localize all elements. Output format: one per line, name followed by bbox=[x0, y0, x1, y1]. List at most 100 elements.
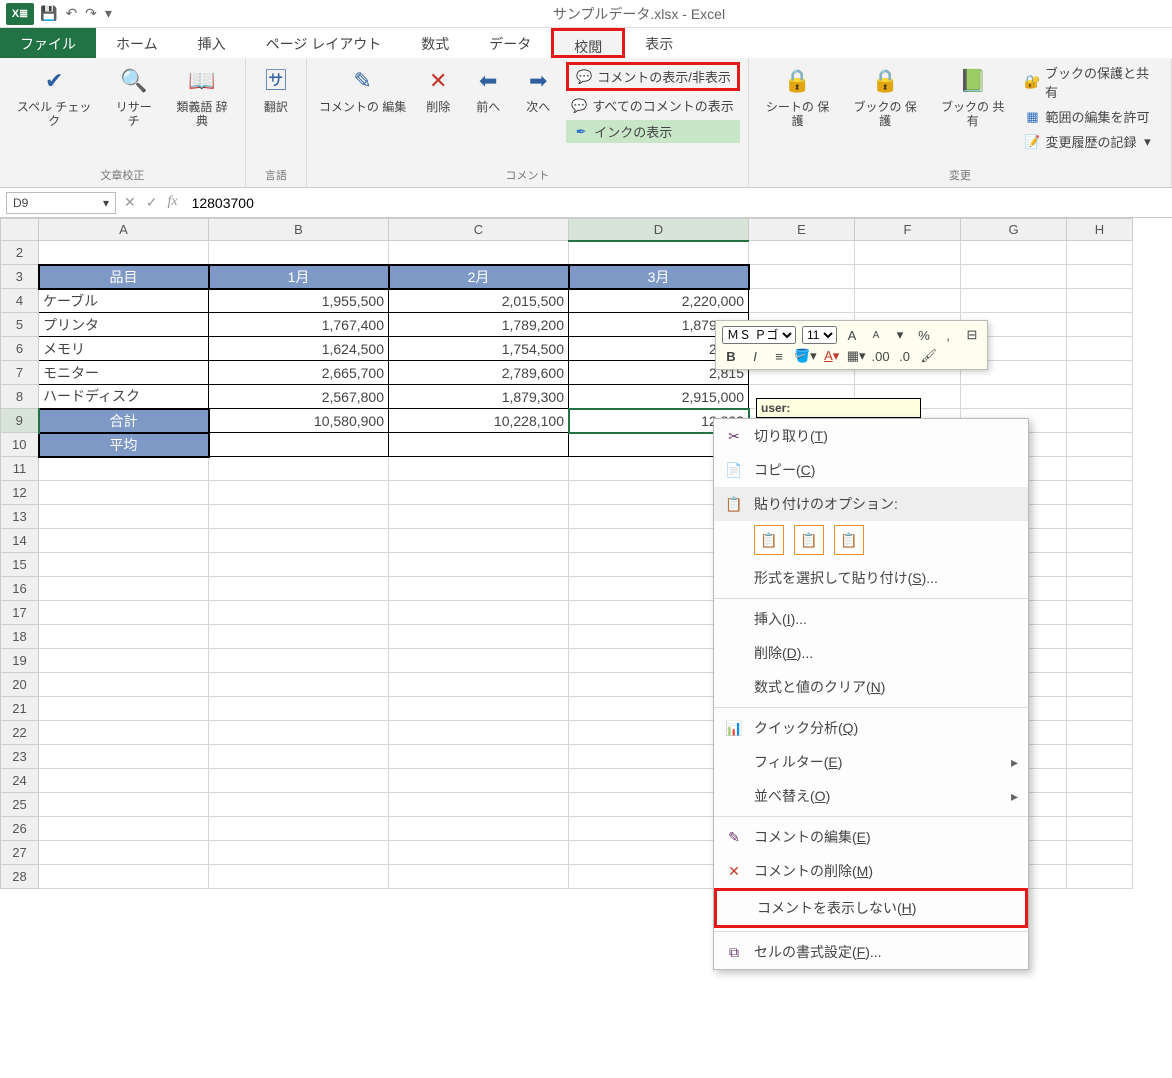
delete-comment-button[interactable]: ✕削除 bbox=[416, 62, 460, 116]
col-head-a[interactable]: A bbox=[39, 219, 209, 241]
row-head[interactable]: 23 bbox=[1, 745, 39, 769]
row-head[interactable]: 13 bbox=[1, 505, 39, 529]
grow-font-icon[interactable]: A bbox=[843, 328, 861, 343]
row-head[interactable]: 3 bbox=[1, 265, 39, 289]
row-head[interactable]: 21 bbox=[1, 697, 39, 721]
row-head[interactable]: 9 bbox=[1, 409, 39, 433]
thesaurus-button[interactable]: 📖類義語 辞典 bbox=[167, 62, 237, 131]
row-head[interactable]: 4 bbox=[1, 289, 39, 313]
row-head[interactable]: 27 bbox=[1, 841, 39, 865]
translate-button[interactable]: 🈂翻訳 bbox=[254, 62, 298, 116]
paste-picture-icon[interactable]: 📋 bbox=[834, 525, 864, 555]
font-color-icon[interactable]: A▾ bbox=[823, 348, 841, 364]
col-head-b[interactable]: B bbox=[209, 219, 389, 241]
cell[interactable]: 1,879,300 bbox=[389, 385, 569, 409]
research-button[interactable]: 🔍リサーチ bbox=[106, 62, 161, 131]
menu-sort[interactable]: 並べ替え(O)▸ bbox=[714, 779, 1028, 813]
merge-icon[interactable]: ⊟ bbox=[963, 327, 981, 343]
qat-custom-icon[interactable]: ▾ bbox=[105, 5, 112, 22]
next-comment-button[interactable]: ➡次へ bbox=[516, 62, 560, 116]
font-select[interactable]: ＭＳ Ｐゴ bbox=[722, 326, 796, 344]
formula-input[interactable] bbox=[186, 192, 1166, 214]
protect-book-button[interactable]: 🔒ブックの 保護 bbox=[844, 62, 926, 131]
cell[interactable]: 1,955,500 bbox=[209, 289, 389, 313]
col-head-g[interactable]: G bbox=[961, 219, 1067, 241]
col-head-f[interactable]: F bbox=[855, 219, 961, 241]
tab-home[interactable]: ホーム bbox=[96, 28, 178, 58]
cell[interactable]: 10,228,100 bbox=[389, 409, 569, 433]
row-head[interactable]: 11 bbox=[1, 457, 39, 481]
cell[interactable]: プリンタ bbox=[39, 313, 209, 337]
row-head[interactable]: 2 bbox=[1, 241, 39, 265]
row-head[interactable]: 24 bbox=[1, 769, 39, 793]
row-head[interactable]: 25 bbox=[1, 793, 39, 817]
protect-sheet-button[interactable]: 🔒シートの 保護 bbox=[757, 62, 839, 131]
menu-format-cells[interactable]: ⧉セルの書式設定(F)... bbox=[714, 935, 1028, 969]
row-head[interactable]: 7 bbox=[1, 361, 39, 385]
cell[interactable]: ハードディスク bbox=[39, 385, 209, 409]
redo-icon[interactable]: ↷ bbox=[85, 5, 97, 22]
cell[interactable]: メモリ bbox=[39, 337, 209, 361]
tab-formula[interactable]: 数式 bbox=[401, 28, 469, 58]
menu-filter[interactable]: フィルター(E)▸ bbox=[714, 745, 1028, 779]
row-head[interactable]: 20 bbox=[1, 673, 39, 697]
menu-clear[interactable]: 数式と値のクリア(N) bbox=[714, 670, 1028, 704]
tab-insert[interactable]: 挿入 bbox=[178, 28, 246, 58]
edit-comment-button[interactable]: ✎コメントの 編集 bbox=[315, 62, 410, 116]
comma-icon[interactable]: , bbox=[939, 328, 957, 343]
styles-icon[interactable]: ▾ bbox=[891, 327, 909, 343]
menu-edit-comment[interactable]: ✎コメントの編集(E) bbox=[714, 820, 1028, 854]
border-icon[interactable]: ▦▾ bbox=[847, 348, 866, 364]
percent-icon[interactable]: % bbox=[915, 328, 933, 343]
font-size-select[interactable]: 11 bbox=[802, 326, 837, 344]
show-ink-button[interactable]: ✒インクの表示 bbox=[566, 120, 740, 143]
spellcheck-button[interactable]: ✔スペル チェック bbox=[8, 62, 100, 131]
cell[interactable]: 2,915,000 bbox=[569, 385, 749, 409]
show-all-comments-button[interactable]: 💬すべてのコメントの表示 bbox=[566, 95, 740, 116]
tab-view[interactable]: 表示 bbox=[625, 28, 693, 58]
cell[interactable]: 1,789,200 bbox=[389, 313, 569, 337]
select-all-corner[interactable] bbox=[1, 219, 39, 241]
align-icon[interactable]: ≡ bbox=[770, 349, 788, 364]
fill-color-icon[interactable]: 🪣▾ bbox=[794, 348, 817, 364]
col-head-h[interactable]: H bbox=[1067, 219, 1133, 241]
cell[interactable]: 2,665,700 bbox=[209, 361, 389, 385]
paste-icon[interactable]: 📋 bbox=[754, 525, 784, 555]
shrink-font-icon[interactable]: A bbox=[867, 330, 885, 341]
name-box[interactable]: D9▾ bbox=[6, 192, 116, 214]
row-head[interactable]: 14 bbox=[1, 529, 39, 553]
format-painter-icon[interactable]: 🖌 bbox=[920, 348, 938, 364]
row-head[interactable]: 12 bbox=[1, 481, 39, 505]
menu-delete-comment[interactable]: ✕コメントの削除(M) bbox=[714, 854, 1028, 888]
chevron-down-icon[interactable]: ▾ bbox=[103, 196, 109, 210]
menu-quick-analysis[interactable]: 📊クイック分析(Q) bbox=[714, 711, 1028, 745]
row-head[interactable]: 28 bbox=[1, 865, 39, 889]
row-head[interactable]: 26 bbox=[1, 817, 39, 841]
cell[interactable]: 2,220,000 bbox=[569, 289, 749, 313]
row-head[interactable]: 22 bbox=[1, 721, 39, 745]
menu-insert[interactable]: 挿入(I)... bbox=[714, 602, 1028, 636]
cell[interactable]: 10,580,900 bbox=[209, 409, 389, 433]
col-head-c[interactable]: C bbox=[389, 219, 569, 241]
cancel-formula-icon[interactable]: ✕ bbox=[124, 194, 136, 211]
inc-decimal-icon[interactable]: .00 bbox=[872, 349, 890, 364]
row-head[interactable]: 10 bbox=[1, 433, 39, 457]
cell[interactable]: ケーブル bbox=[39, 289, 209, 313]
menu-delete[interactable]: 削除(D)... bbox=[714, 636, 1028, 670]
menu-copy[interactable]: 📄コピー(C) bbox=[714, 453, 1028, 487]
share-protect-button[interactable]: 🔐ブックの保護と共有 bbox=[1019, 62, 1163, 102]
cell[interactable]: モニター bbox=[39, 361, 209, 385]
row-head[interactable]: 8 bbox=[1, 385, 39, 409]
menu-cut[interactable]: ✂切り取り(T) bbox=[714, 419, 1028, 453]
cell[interactable]: 2,015,500 bbox=[389, 289, 569, 313]
dec-decimal-icon[interactable]: .0 bbox=[896, 349, 914, 364]
cell[interactable]: 1,767,400 bbox=[209, 313, 389, 337]
toggle-comment-button[interactable]: 💬コメントの表示/非表示 bbox=[566, 62, 740, 91]
tab-data[interactable]: データ bbox=[469, 28, 551, 58]
row-head[interactable]: 6 bbox=[1, 337, 39, 361]
menu-hide-comment[interactable]: コメントを表示しない(H) bbox=[714, 888, 1028, 928]
accept-formula-icon[interactable]: ✓ bbox=[146, 194, 158, 211]
prev-comment-button[interactable]: ⬅前へ bbox=[466, 62, 510, 116]
tab-review[interactable]: 校閲 bbox=[551, 28, 625, 58]
paste-values-icon[interactable]: 📋 bbox=[794, 525, 824, 555]
